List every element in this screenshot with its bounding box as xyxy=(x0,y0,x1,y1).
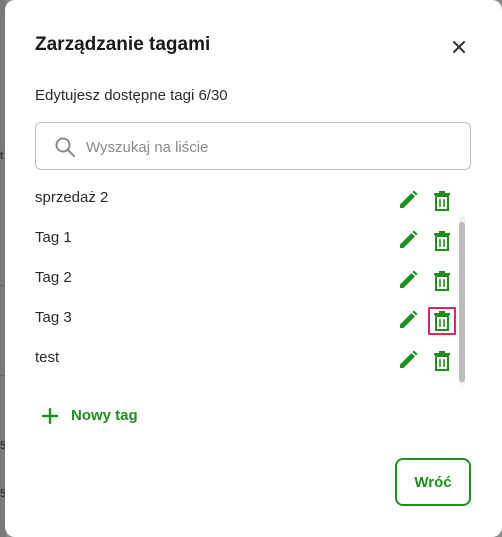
search-box xyxy=(35,122,471,170)
tags-list: sprzedaż 2 Tag 1 Tag 2 Tag 3 test xyxy=(35,180,471,380)
trash-icon xyxy=(434,231,450,251)
pencil-icon xyxy=(400,310,418,328)
delete-tag-button[interactable] xyxy=(428,307,456,335)
tag-label: Tag 3 xyxy=(35,309,72,326)
background-text-fragment: t xyxy=(0,150,4,162)
trash-icon xyxy=(434,351,450,371)
search-input[interactable] xyxy=(86,133,456,161)
list-item: sprzedaż 2 xyxy=(35,180,455,220)
pencil-icon xyxy=(400,270,418,288)
tag-label: Tag 2 xyxy=(35,269,72,286)
trash-icon xyxy=(434,271,450,291)
edit-tag-button[interactable] xyxy=(397,349,419,371)
edit-tag-button[interactable] xyxy=(397,189,419,211)
pencil-icon xyxy=(400,350,418,368)
edit-tag-button[interactable] xyxy=(397,229,419,251)
delete-tag-button[interactable] xyxy=(428,227,456,255)
tag-management-dialog: Zarządzanie tagami Edytujesz dostępne ta… xyxy=(5,0,502,537)
edit-tag-button[interactable] xyxy=(397,309,419,331)
trash-icon xyxy=(434,191,450,211)
list-item: Tag 2 xyxy=(35,260,455,300)
trash-icon xyxy=(434,311,450,331)
tag-label: Tag 1 xyxy=(35,229,72,246)
list-item: Tag 1 xyxy=(35,220,455,260)
close-icon xyxy=(453,41,465,53)
pencil-icon xyxy=(400,230,418,248)
delete-tag-button[interactable] xyxy=(428,267,456,295)
tag-label: sprzedaż 2 xyxy=(35,189,109,206)
add-tag-label: Nowy tag xyxy=(71,407,138,424)
close-button[interactable] xyxy=(448,36,470,58)
delete-tag-button[interactable] xyxy=(428,347,456,375)
pencil-icon xyxy=(400,190,418,208)
delete-tag-button[interactable] xyxy=(428,187,456,215)
tag-label: test xyxy=(35,349,60,366)
back-button[interactable]: Wróć xyxy=(395,458,471,506)
list-scrollbar-thumb[interactable] xyxy=(459,222,465,382)
list-item: Tag 3 xyxy=(35,300,456,340)
edit-tag-button[interactable] xyxy=(397,269,419,291)
dialog-title: Zarządzanie tagami xyxy=(35,34,211,55)
tags-count-text: Edytujesz dostępne tagi 6/30 xyxy=(35,87,228,104)
search-icon xyxy=(55,137,75,157)
plus-icon xyxy=(41,407,59,425)
list-item: test xyxy=(35,340,455,380)
